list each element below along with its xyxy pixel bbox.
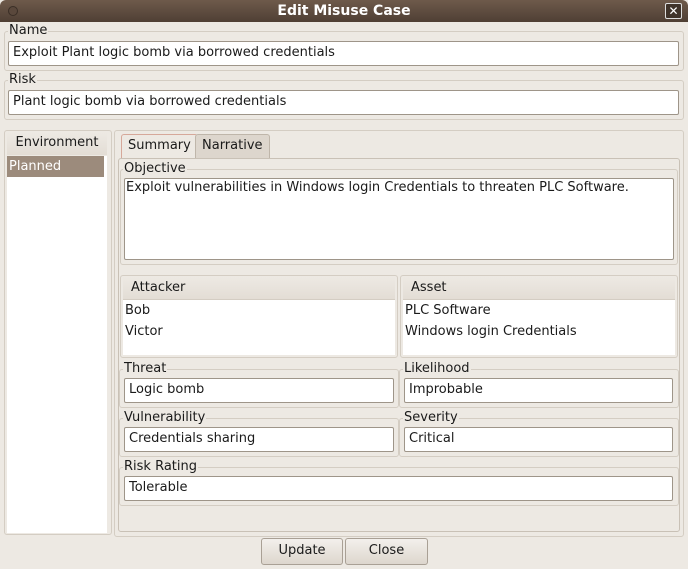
- title-bar: Edit Misuse Case: [0, 0, 688, 22]
- environment-item-planned[interactable]: Planned: [7, 156, 104, 177]
- attacker-item[interactable]: Bob: [123, 300, 395, 321]
- attacker-header[interactable]: Attacker: [123, 277, 395, 300]
- threat-label: Threat: [123, 361, 168, 376]
- risk-rating-label: Risk Rating: [123, 459, 198, 474]
- severity-label: Severity: [403, 410, 459, 425]
- likelihood-label: Likelihood: [403, 361, 471, 376]
- risk-label: Risk: [8, 72, 37, 87]
- asset-item[interactable]: Windows login Credentials: [403, 321, 675, 342]
- risk-input[interactable]: Plant logic bomb via borrowed credential…: [8, 90, 679, 115]
- asset-list[interactable]: PLC Software Windows login Credentials: [403, 300, 675, 355]
- attacker-list[interactable]: Bob Victor: [123, 300, 395, 355]
- environment-list[interactable]: Planned: [7, 156, 107, 533]
- close-button[interactable]: Close: [345, 538, 428, 565]
- objective-label: Objective: [123, 161, 187, 176]
- likelihood-input[interactable]: Improbable: [404, 378, 673, 403]
- vulnerability-input[interactable]: Credentials sharing: [124, 427, 394, 452]
- attacker-item[interactable]: Victor: [123, 321, 395, 342]
- update-button[interactable]: Update: [261, 538, 343, 565]
- name-label: Name: [8, 23, 49, 38]
- risk-rating-input[interactable]: Tolerable: [124, 476, 673, 501]
- environment-header[interactable]: Environment: [7, 133, 107, 155]
- vulnerability-label: Vulnerability: [123, 410, 207, 425]
- window-title: Edit Misuse Case: [277, 3, 411, 19]
- tab-summary[interactable]: Summary: [121, 134, 198, 158]
- name-input[interactable]: Exploit Plant logic bomb via borrowed cr…: [8, 41, 679, 66]
- window-menu-icon[interactable]: [8, 6, 18, 16]
- severity-input[interactable]: Critical: [404, 427, 673, 452]
- asset-header[interactable]: Asset: [403, 277, 675, 300]
- threat-input[interactable]: Logic bomb: [124, 378, 394, 403]
- asset-item[interactable]: PLC Software: [403, 300, 675, 321]
- tab-narrative[interactable]: Narrative: [195, 134, 270, 158]
- close-window-button[interactable]: ✕: [665, 3, 682, 19]
- objective-textarea[interactable]: Exploit vulnerabilities in Windows login…: [124, 178, 674, 260]
